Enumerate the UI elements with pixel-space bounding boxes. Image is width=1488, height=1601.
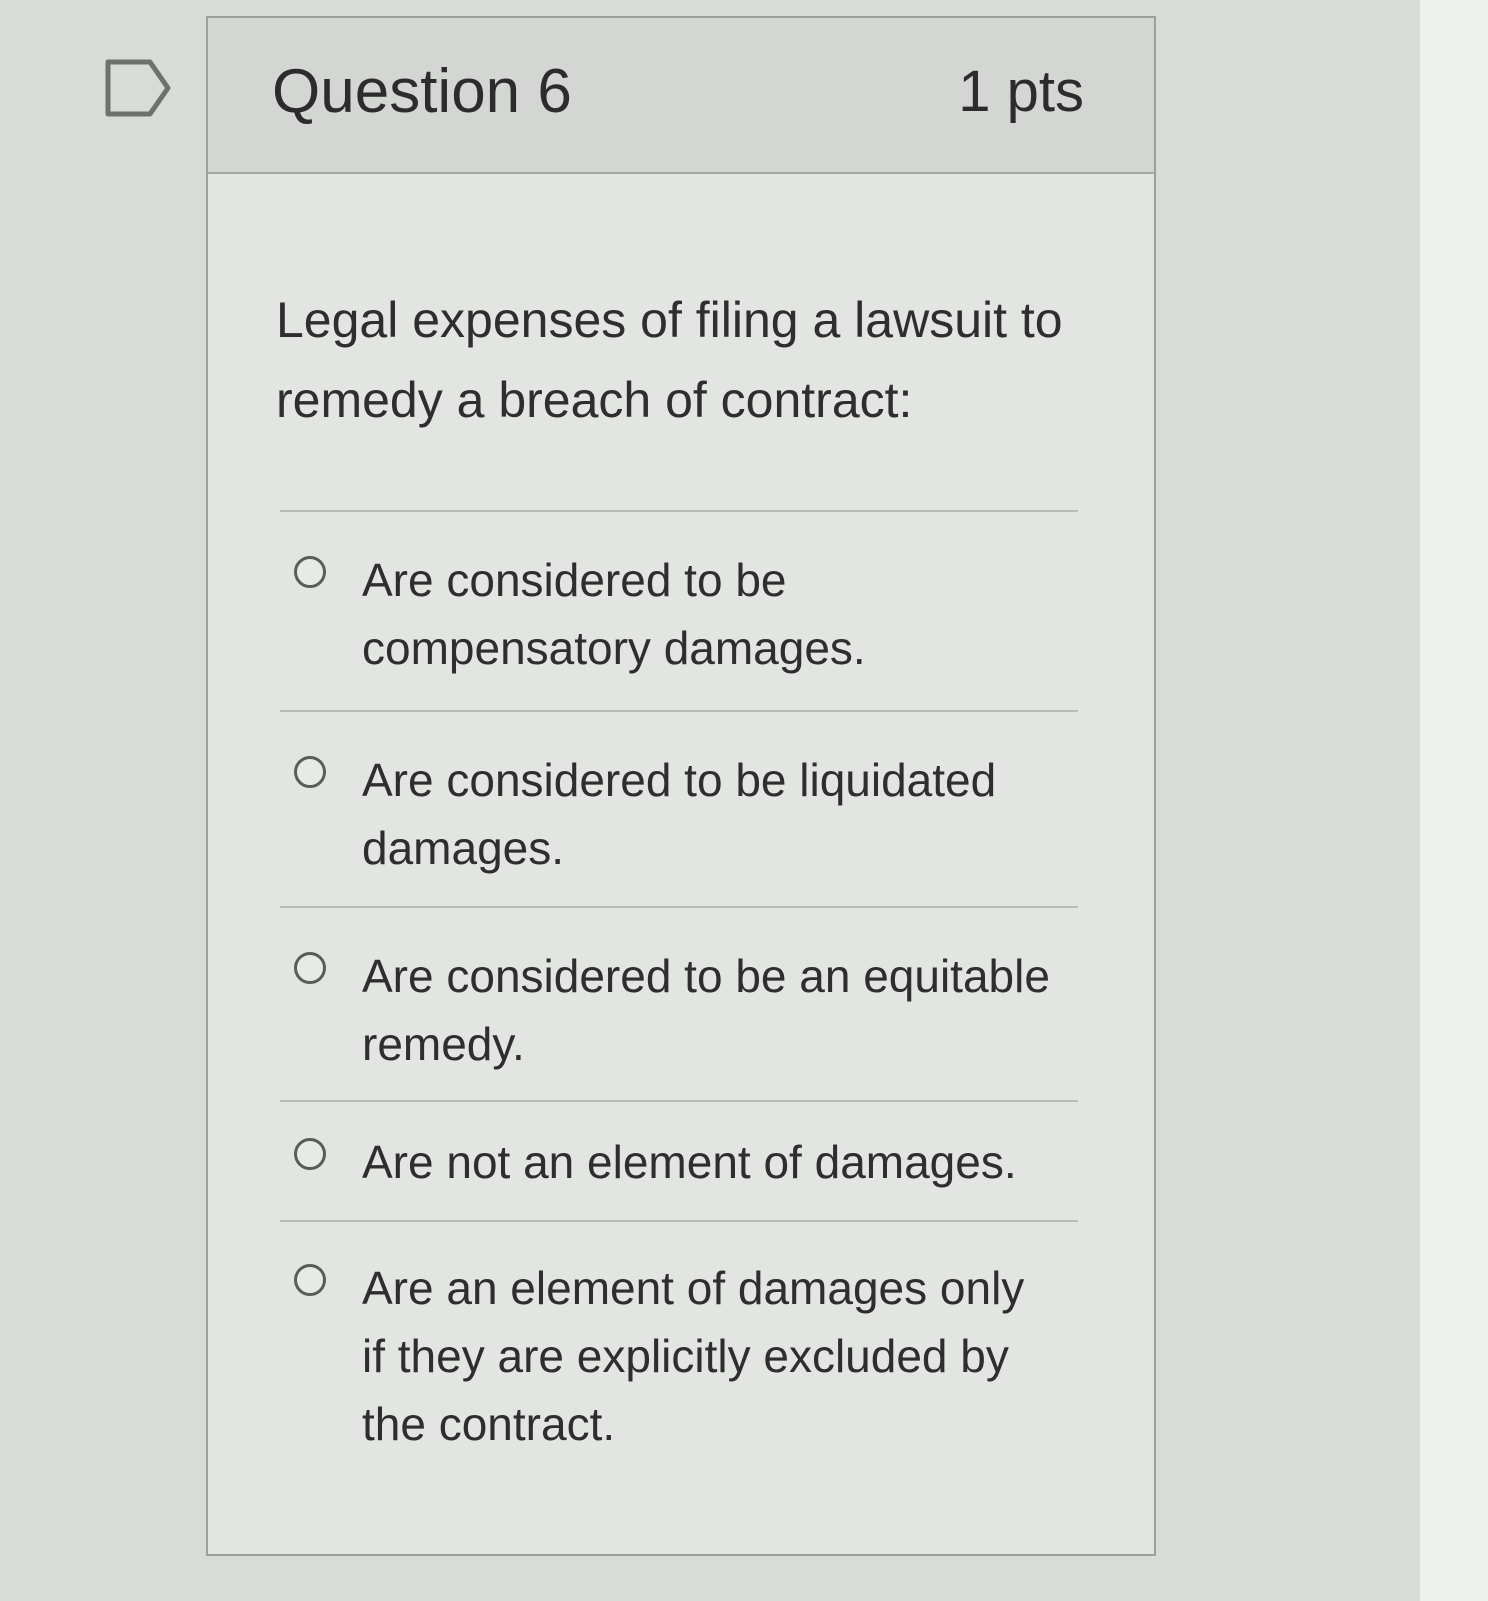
radio-button-icon[interactable] — [294, 952, 326, 984]
answer-label: Are not an element of damages. — [362, 1136, 1017, 1188]
divider — [280, 1220, 1078, 1222]
question-points: 1 pts — [958, 59, 1084, 124]
divider — [280, 1100, 1078, 1102]
radio-button-icon[interactable] — [294, 1138, 326, 1170]
question-title: Question 6 — [272, 57, 572, 126]
flag-question-icon[interactable] — [104, 58, 174, 118]
question-text: Legal expenses of filing a lawsuit to re… — [276, 292, 1063, 428]
divider — [280, 906, 1078, 908]
answer-label: Are considered to be compensatory damage… — [362, 554, 866, 674]
question-card: Question 6 1 pts Legal expenses of filin… — [206, 16, 1156, 1556]
answer-label: Are an element of damages only if they a… — [362, 1262, 1025, 1450]
radio-button-icon[interactable] — [294, 1264, 326, 1296]
answer-label: Are considered to be an equitable remedy… — [362, 950, 1050, 1070]
page-edge — [1420, 0, 1488, 1601]
divider — [280, 710, 1078, 712]
divider — [280, 510, 1078, 512]
radio-button-icon[interactable] — [294, 556, 326, 588]
question-header: Question 6 1 pts — [208, 18, 1154, 174]
radio-button-icon[interactable] — [294, 756, 326, 788]
answer-label: Are considered to be liquidated damages. — [362, 754, 997, 874]
